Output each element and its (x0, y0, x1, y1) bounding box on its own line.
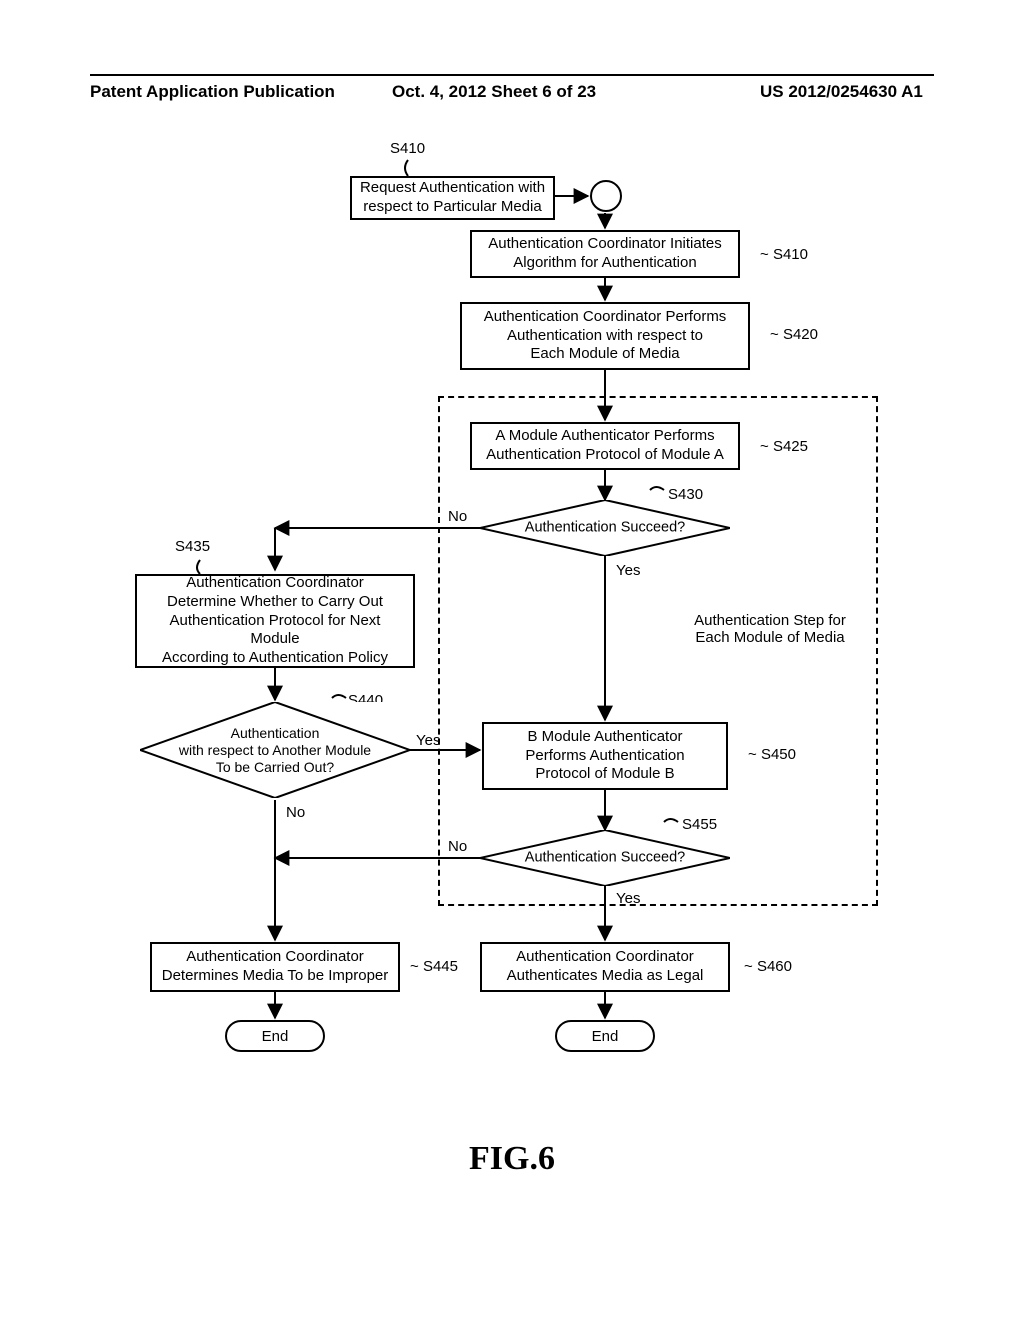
diamond-s440: Authentication with respect to Another M… (140, 702, 410, 798)
group-note: Authentication Step forEach Module of Me… (670, 612, 870, 646)
box-initiate: Authentication Coordinator Initiates Alg… (470, 230, 740, 278)
box-legal: Authentication Coordinator Authenticates… (480, 942, 730, 992)
header-right: US 2012/0254630 A1 (760, 82, 923, 102)
header-left: Patent Application Publication (90, 82, 335, 102)
header-rule (90, 74, 934, 76)
label-s460: ~ S460 (744, 958, 792, 975)
label-yes-s455: Yes (616, 890, 640, 907)
diamond-s455: Authentication Succeed? (480, 830, 730, 886)
label-s435: S435 (175, 538, 210, 555)
label-s455: S455 (682, 816, 717, 833)
label-s410-top: S410 (390, 140, 425, 157)
figure-label: FIG.6 (469, 1140, 555, 1178)
box-module-a: A Module Authenticator Performs Authenti… (470, 422, 740, 470)
diamond-s430: Authentication Succeed? (480, 500, 730, 556)
label-s420: ~ S420 (770, 326, 818, 343)
box-perform-each: Authentication Coordinator Performs Auth… (460, 302, 750, 370)
diamond-s440-text: Authentication with respect to Another M… (140, 725, 410, 775)
box-request-auth: Request Authentication with respect to P… (350, 176, 555, 220)
box-module-b-text: B Module Authenticator Performs Authenti… (525, 728, 684, 784)
label-yes-s430: Yes (616, 562, 640, 579)
box-improper: Authentication Coordinator Determines Me… (150, 942, 400, 992)
box-request-text: Request Authentication with respect to P… (360, 179, 545, 217)
box-initiate-text: Authentication Coordinator Initiates Alg… (488, 235, 721, 273)
label-s445: ~ S445 (410, 958, 458, 975)
label-yes-s440: Yes (416, 732, 440, 749)
label-s410-right: ~ S410 (760, 246, 808, 263)
terminator-end-right: End (555, 1020, 655, 1052)
label-s450: ~ S450 (748, 746, 796, 763)
terminator-end-left-text: End (262, 1028, 289, 1045)
box-perform-each-text: Authentication Coordinator Performs Auth… (484, 308, 727, 364)
terminator-end-left: End (225, 1020, 325, 1052)
header-center: Oct. 4, 2012 Sheet 6 of 23 (392, 82, 596, 102)
diamond-s430-text: Authentication Succeed? (480, 519, 730, 536)
connector-circle (590, 180, 622, 212)
box-improper-text: Authentication Coordinator Determines Me… (162, 948, 389, 986)
box-s435: Authentication Coordinator Determine Whe… (135, 574, 415, 668)
page: Patent Application Publication Oct. 4, 2… (0, 0, 1024, 1320)
label-s425: ~ S425 (760, 438, 808, 455)
label-s430: S430 (668, 486, 703, 503)
label-no-s455: No (448, 838, 467, 855)
label-no-s440: No (286, 804, 305, 821)
diamond-s455-text: Authentication Succeed? (480, 849, 730, 866)
box-s435-text: Authentication Coordinator Determine Whe… (143, 574, 407, 668)
box-module-b: B Module Authenticator Performs Authenti… (482, 722, 728, 790)
box-module-a-text: A Module Authenticator Performs Authenti… (486, 427, 724, 465)
terminator-end-right-text: End (592, 1028, 619, 1045)
box-legal-text: Authentication Coordinator Authenticates… (507, 948, 704, 986)
label-no-s430: No (448, 508, 467, 525)
